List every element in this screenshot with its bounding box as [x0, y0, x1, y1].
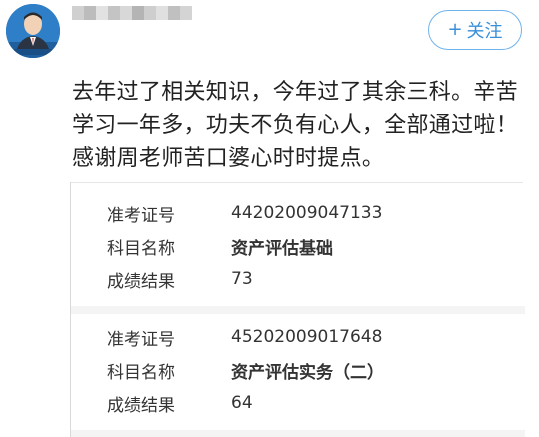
- user-avatar[interactable]: [6, 4, 60, 58]
- post-line: 去年过了相关知识，今年过了其余三科。辛苦: [72, 80, 519, 105]
- exam-number-label: 准考证号: [107, 329, 175, 350]
- follow-button[interactable]: + 关注: [428, 10, 522, 50]
- plus-icon: +: [447, 19, 463, 40]
- exam-number-label: 准考证号: [107, 205, 175, 226]
- follow-label: 关注: [466, 21, 503, 42]
- post-line: 学习一年多，功夫不负有心人，全部通过啦！: [72, 113, 519, 138]
- result-value: 73: [231, 269, 253, 289]
- exam-number-row: 准考证号 44202009047133: [107, 198, 382, 228]
- result-row: 成绩结果 73: [107, 264, 253, 294]
- exam-number-value: 44202009047133: [231, 203, 383, 223]
- username-blurred[interactable]: [72, 6, 192, 20]
- record-divider: [71, 430, 525, 437]
- card-divider: [71, 182, 523, 183]
- subject-row: 科目名称 资产评估实务（二）: [107, 355, 384, 385]
- subject-label: 科目名称: [107, 362, 175, 383]
- person-icon: [6, 4, 60, 58]
- subject-label: 科目名称: [107, 238, 175, 259]
- weibo-post: + 关注 去年过了相关知识，今年过了其余三科。辛苦 学习一年多，功夫不负有心人，…: [0, 0, 539, 437]
- result-value: 64: [231, 393, 253, 413]
- result-label: 成绩结果: [107, 395, 175, 416]
- post-line: 感谢周老师苦口婆心时时提点。: [72, 146, 385, 171]
- exam-number-value: 45202009017648: [231, 327, 383, 347]
- exam-number-row: 准考证号 45202009017648: [107, 322, 382, 352]
- subject-row: 科目名称 资产评估基础: [107, 231, 333, 261]
- record-divider: [71, 306, 525, 314]
- score-screenshot[interactable]: 准考证号 44202009047133 科目名称 资产评估基础 成绩结果 73 …: [70, 182, 525, 437]
- subject-value: 资产评估基础: [231, 238, 333, 259]
- result-label: 成绩结果: [107, 271, 175, 292]
- post-text: 去年过了相关知识，今年过了其余三科。辛苦 学习一年多，功夫不负有心人，全部通过啦…: [72, 76, 532, 175]
- subject-value: 资产评估实务（二）: [231, 362, 384, 383]
- result-row: 成绩结果 64: [107, 388, 253, 418]
